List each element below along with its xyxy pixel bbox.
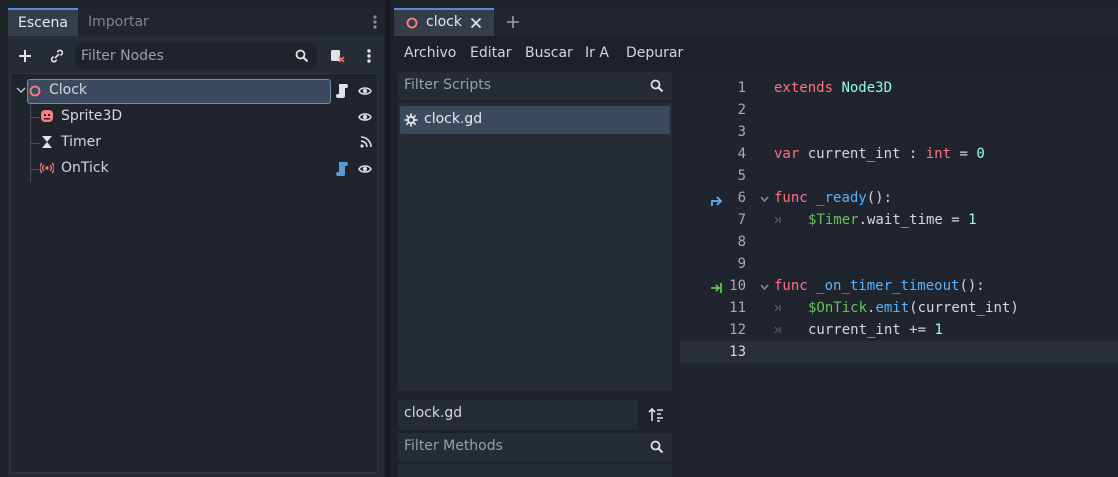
chevron-down-icon[interactable]: [16, 87, 26, 95]
script-list-item-label: clock.gd: [424, 111, 483, 127]
signal-icon: [40, 162, 54, 174]
line-number: 1: [737, 80, 746, 96]
instance-scene-button[interactable]: [45, 44, 69, 68]
menu-archivo[interactable]: Archivo: [404, 45, 456, 61]
more-vertical-icon: [367, 49, 371, 63]
node3d-icon: [406, 17, 418, 29]
tree-item-label: Timer: [61, 134, 102, 150]
scene-options-button[interactable]: [357, 44, 381, 68]
indent-tab-icon: [774, 304, 781, 312]
line-number: 5: [737, 168, 746, 184]
plus-icon: [19, 50, 31, 62]
code-line-1: extends Node3D: [774, 80, 893, 96]
node3d-icon: [29, 85, 41, 97]
filter-methods-placeholder: Filter Methods: [404, 438, 503, 454]
dock-menu-icon[interactable]: [372, 14, 378, 30]
signal-connection-icon[interactable]: [360, 136, 372, 148]
code-line-10: func _on_timer_timeout():: [774, 278, 985, 294]
tree-item-label: Clock: [49, 82, 88, 98]
search-icon: [295, 49, 309, 63]
filter-nodes-placeholder: Filter Nodes: [81, 48, 164, 64]
line-number: 3: [737, 124, 746, 140]
code-line-4: var current_int : int = 0: [774, 146, 985, 162]
menu-buscar[interactable]: Buscar: [525, 45, 573, 61]
add-node-button[interactable]: [13, 44, 37, 68]
menu-editar[interactable]: Editar: [470, 45, 511, 61]
tree-item-timer[interactable]: Timer: [11, 130, 377, 156]
tree-item-sprite3d[interactable]: Sprite3D: [11, 104, 377, 130]
script-list: clock.gd: [398, 103, 672, 391]
link-icon: [50, 49, 64, 63]
sprite3d-icon: [41, 110, 53, 122]
tab-importar-label: Importar: [88, 14, 149, 30]
filter-methods-input[interactable]: Filter Methods: [398, 433, 672, 461]
script-icon[interactable]: [336, 83, 348, 99]
new-tab-plus-icon[interactable]: [506, 15, 520, 29]
menu-depurar[interactable]: Depurar: [626, 45, 683, 61]
script-icon[interactable]: [336, 161, 348, 177]
tab-clock[interactable]: clock: [394, 8, 494, 36]
left-dock-tabbar: Escena Importar: [8, 8, 384, 36]
code-line-11: $OnTick.emit(current_int): [808, 300, 1019, 316]
dock-splitter[interactable]: [386, 0, 390, 477]
indent-tab-icon: [774, 326, 781, 334]
visibility-eye-icon[interactable]: [358, 86, 372, 96]
current-script-field[interactable]: clock.gd: [398, 400, 638, 430]
close-icon[interactable]: [470, 17, 482, 29]
code-line-6: func _ready():: [774, 190, 893, 206]
sort-icon[interactable]: [648, 407, 664, 423]
line-number: 2: [737, 102, 746, 118]
code-line-12: current_int += 1: [808, 322, 943, 338]
line-number: 4: [737, 146, 746, 162]
scene-dock: Escena Importar Filter Nodes Clock Sprit…: [0, 0, 390, 477]
fold-chevron-icon[interactable]: [760, 196, 769, 203]
filter-scripts-input[interactable]: Filter Scripts: [398, 72, 672, 100]
tab-escena-label: Escena: [18, 15, 68, 31]
script-list-item[interactable]: clock.gd: [400, 106, 670, 134]
line-number: 9: [737, 256, 746, 272]
override-method-icon[interactable]: [710, 193, 724, 207]
script-tabbar: clock: [394, 8, 1118, 36]
tree-item-clock[interactable]: Clock: [11, 78, 377, 104]
code-editor[interactable]: 1 2 3 4 5 6 7 8 9 10 11 12 13 extends No…: [680, 72, 1118, 477]
line-number: 11: [729, 300, 746, 316]
menu-ir-a[interactable]: Ir A: [585, 45, 609, 61]
script-menubar: Archivo Editar Buscar Ir A Depurar: [394, 40, 1118, 68]
connected-signal-icon[interactable]: [710, 281, 724, 295]
tree-item-label: Sprite3D: [61, 108, 123, 124]
tab-escena[interactable]: Escena: [8, 8, 78, 36]
search-icon: [650, 79, 664, 93]
indent-tab-icon: [774, 216, 781, 224]
search-icon: [650, 440, 664, 454]
visibility-eye-icon[interactable]: [358, 164, 372, 174]
gear-icon: [404, 113, 418, 127]
filter-nodes-input[interactable]: Filter Nodes: [75, 43, 317, 69]
code-line-7: $Timer.wait_time = 1: [808, 212, 977, 228]
tree-item-label: OnTick: [61, 160, 109, 176]
visibility-eye-icon[interactable]: [358, 112, 372, 122]
line-number: 12: [729, 322, 746, 338]
current-script-label: clock.gd: [404, 405, 463, 421]
line-number: 7: [737, 212, 746, 228]
filter-scripts-placeholder: Filter Scripts: [404, 77, 492, 93]
scripts-column: Filter Scripts clock.gd clock.gd Filter …: [398, 72, 672, 477]
tree-item-ontick[interactable]: OnTick: [11, 156, 377, 182]
scene-tree: Clock Sprite3D Timer OnTick: [10, 73, 378, 473]
methods-list: [398, 464, 672, 477]
fold-chevron-icon[interactable]: [760, 284, 769, 291]
timer-icon: [42, 136, 52, 148]
tab-clock-label: clock: [426, 14, 462, 30]
tab-importar[interactable]: Importar: [78, 8, 168, 36]
line-number: 8: [737, 234, 746, 250]
detach-script-button[interactable]: [325, 44, 349, 68]
script-remove-icon: [331, 50, 345, 63]
line-number: 13: [729, 344, 746, 360]
